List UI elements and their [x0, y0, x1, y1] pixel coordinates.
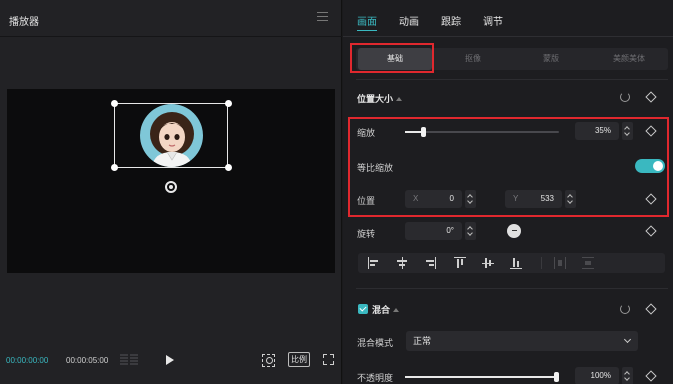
distribute-h-icon: [554, 257, 566, 269]
align-right-icon[interactable]: [424, 257, 436, 269]
rotation-dial-icon[interactable]: [507, 224, 521, 238]
highlight-box-position-size: [348, 117, 669, 217]
align-toolbar-separator: [541, 257, 542, 269]
resize-handle-top-right[interactable]: [225, 100, 232, 107]
keyframe-diamond-icon[interactable]: [645, 91, 657, 103]
timeline-grid-icon[interactable]: [120, 354, 140, 366]
rotate-handle-icon[interactable]: [165, 181, 177, 193]
top-tab-bar: 画面 动画 跟踪 调节: [343, 0, 673, 37]
align-top-icon[interactable]: [454, 257, 466, 269]
blend-reset-icon[interactable]: [620, 304, 630, 314]
tab-tracking[interactable]: 跟踪: [441, 13, 461, 28]
subtab-cutout[interactable]: 抠像: [436, 48, 510, 70]
opacity-value-field[interactable]: 100%: [575, 367, 619, 384]
rotation-label: 旋转: [357, 229, 376, 239]
current-time: 00:00:00:00: [6, 356, 49, 365]
rotation-stepper[interactable]: [465, 222, 476, 240]
resize-handle-top-left[interactable]: [111, 100, 118, 107]
resize-handle-bottom-right[interactable]: [225, 164, 232, 171]
section-divider: [356, 288, 668, 289]
resize-handle-bottom-left[interactable]: [111, 164, 118, 171]
blend-checkbox[interactable]: [358, 304, 368, 314]
player-panel: 播放器 00:00:00:00 00:00:05:00 比例: [0, 0, 342, 384]
section-divider: [356, 79, 668, 80]
menu-icon[interactable]: [317, 12, 328, 22]
blend-keyframe-icon[interactable]: [645, 303, 657, 315]
opacity-slider-knob[interactable]: [554, 372, 559, 382]
opacity-stepper[interactable]: [622, 367, 633, 384]
align-center-v-icon[interactable]: [482, 257, 494, 269]
subtab-mask[interactable]: 蒙版: [514, 48, 588, 70]
selection-box[interactable]: [114, 103, 228, 168]
player-header-divider: [0, 36, 342, 37]
rotation-keyframe-icon[interactable]: [645, 225, 657, 237]
section-position-size-title[interactable]: 位置大小: [357, 92, 403, 105]
align-bottom-icon[interactable]: [510, 257, 522, 269]
player-title: 播放器: [9, 17, 39, 28]
tab-picture[interactable]: 画面: [357, 13, 377, 31]
collapse-caret-icon: [393, 308, 400, 312]
reset-icon[interactable]: [620, 92, 630, 102]
align-left-icon[interactable]: [368, 257, 380, 269]
chevron-down-icon: [623, 335, 632, 344]
align-center-h-icon[interactable]: [396, 257, 408, 269]
blend-mode-select[interactable]: 正常: [406, 331, 638, 351]
zoom-fit-icon[interactable]: [262, 354, 275, 367]
play-button[interactable]: [166, 355, 174, 365]
highlight-box-basic-tab: [350, 43, 434, 73]
tab-animation[interactable]: 动画: [399, 13, 419, 28]
tab-adjust[interactable]: 调节: [483, 13, 503, 28]
align-toolbar: [358, 253, 665, 273]
subtab-beauty[interactable]: 美颜美体: [592, 48, 666, 70]
blend-mode-label: 混合模式: [357, 338, 394, 348]
opacity-label: 不透明度: [357, 373, 394, 383]
ratio-button[interactable]: 比例: [288, 352, 310, 367]
section-blend-title[interactable]: 混合: [372, 303, 400, 316]
distribute-v-icon: [582, 257, 594, 269]
opacity-keyframe-icon[interactable]: [645, 370, 657, 382]
opacity-slider[interactable]: [405, 372, 559, 382]
total-time: 00:00:05:00: [66, 356, 109, 365]
rotation-field[interactable]: 0°: [405, 222, 462, 240]
fullscreen-icon[interactable]: [323, 354, 334, 365]
collapse-caret-icon: [396, 97, 403, 101]
